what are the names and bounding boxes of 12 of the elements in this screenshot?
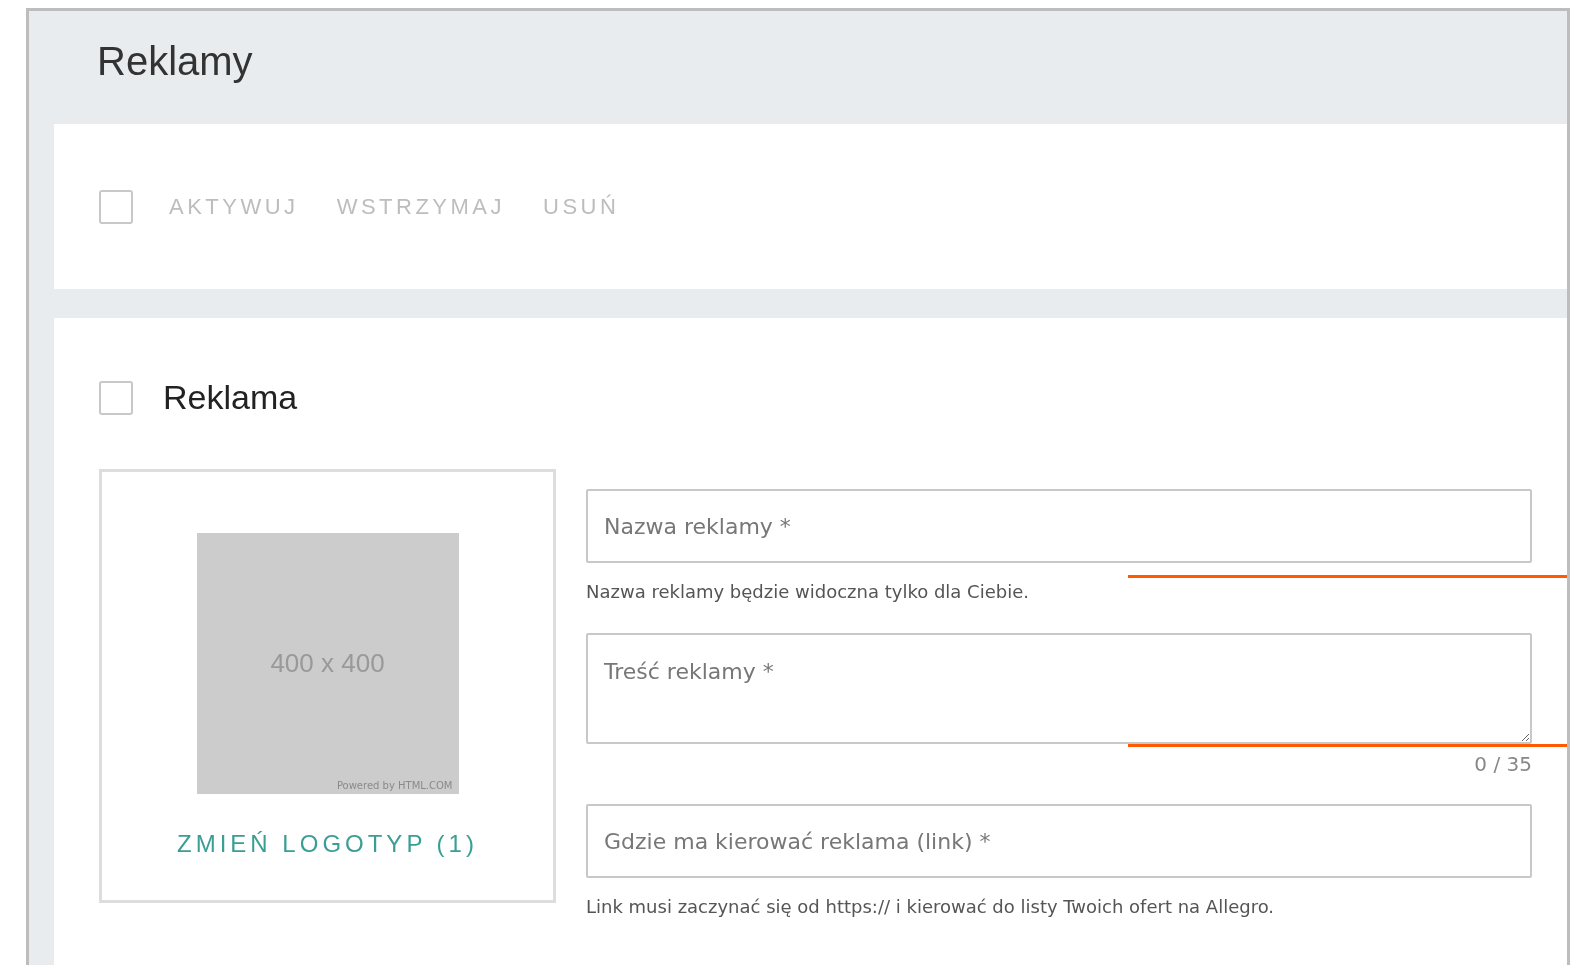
field-help-text: Link musi zaczynać się od https:// i kierować do listy Twoich ofert na Allegro. (586, 895, 1276, 919)
page-title: Reklamy (96, 38, 254, 85)
character-counter: 0 / 35 (1473, 752, 1532, 776)
change-logo-button[interactable]: ZMIEŃ LOGOTYP (1) (177, 830, 478, 858)
field-help-text: Nazwa reklamy będzie widoczna tylko dla Ciebie. (586, 580, 1030, 604)
text-input-field[interactable]: Gdzie ma kierować reklama (link) * (586, 804, 1532, 878)
textarea-field[interactable]: Treść reklamy * (586, 633, 1532, 744)
ad-checkbox[interactable] (99, 380, 133, 415)
text-input-field[interactable]: Nazwa reklamy * (586, 489, 1532, 563)
select-all-checkbox[interactable] (99, 189, 133, 224)
placeholder-credit: Powered by HTML.COM (336, 780, 453, 791)
ad-title: Reklama (163, 378, 298, 417)
